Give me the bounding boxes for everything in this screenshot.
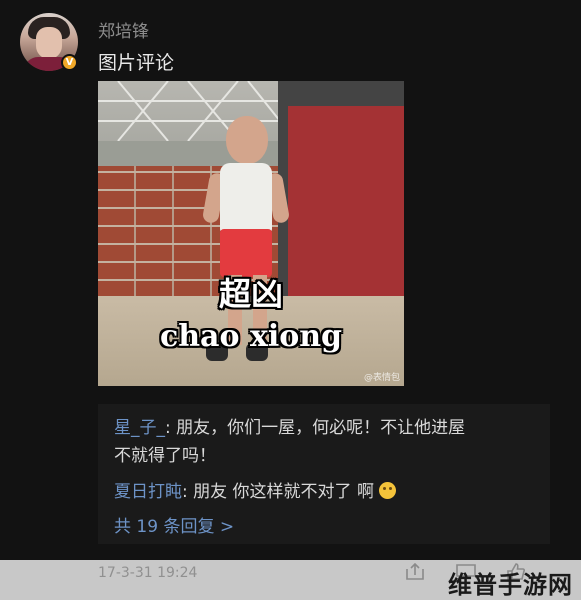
image-caption-chinese: 超凶	[218, 275, 283, 313]
image-watermark: @表情包	[363, 373, 400, 383]
reply-author[interactable]: 星_子_	[114, 418, 165, 438]
comment-timestamp: 17-3-31 19:24	[98, 565, 198, 581]
reply-text: 朋友 你这样就不对了 啊	[187, 482, 380, 502]
reply-item[interactable]: 夏日打盹: 朋友 你这样就不对了 啊	[114, 478, 397, 506]
comment-image[interactable]: 超凶 chao xiong @表情包	[98, 81, 404, 386]
comment-text: 图片评论	[98, 52, 175, 74]
photo-kid-head	[226, 116, 268, 164]
more-replies-link[interactable]: 共 19 条回复 >	[114, 512, 234, 537]
share-icon[interactable]	[405, 563, 425, 581]
photo-kid-shirt	[220, 163, 272, 233]
site-watermark: 维普手游网	[448, 571, 573, 599]
reply-text: 朋友，你们一屋，何必呢！不让他进屋	[170, 418, 466, 438]
thinking-emoji-icon	[379, 482, 397, 499]
reply-text-continued: 不就得了吗！	[114, 446, 216, 466]
user-avatar[interactable]: V	[20, 13, 78, 71]
reply-box: 星_子_: 朋友，你们一屋，何必呢！不让他进屋 不就得了吗！ 夏日打盹: 朋友 …	[98, 404, 550, 544]
reply-author[interactable]: 夏日打盹	[114, 482, 182, 502]
avatar-face	[36, 27, 62, 59]
footer-bar: 17-3-31 19:24 维普手游网	[0, 560, 581, 600]
reply-item[interactable]: 星_子_: 朋友，你们一屋，何必呢！不让他进屋	[114, 414, 465, 442]
verified-badge-icon: V	[61, 54, 78, 71]
username[interactable]: 郑培锋	[98, 17, 149, 42]
image-caption-pinyin: chao xiong	[159, 319, 343, 354]
